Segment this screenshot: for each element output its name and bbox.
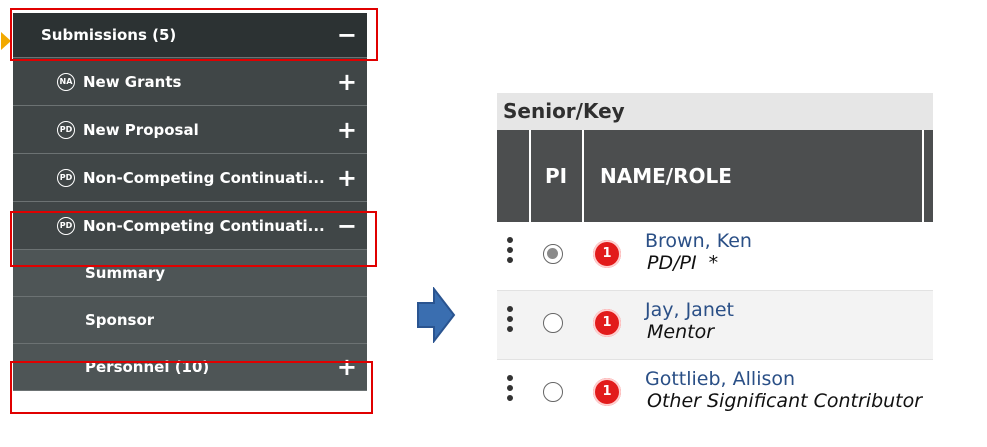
more-options-icon[interactable]: [507, 237, 513, 267]
pi-radio-button[interactable]: [543, 313, 563, 333]
nav-item-label: New Grants: [83, 72, 182, 91]
navigation-panel: Submissions (5) − NA New Grants + PD New…: [1, 13, 367, 391]
person-name-link[interactable]: Gottlieb, Allison: [645, 368, 795, 390]
person-name-link[interactable]: Jay, Janet: [645, 299, 734, 321]
nav-item-label: Sponsor: [85, 311, 155, 329]
person-role: PD/PI *: [647, 252, 719, 274]
nav-item-personnel[interactable]: Personnel (10) +: [13, 344, 367, 391]
nav-item-label: Non-Competing Continuati...: [83, 168, 325, 187]
caret-right-icon: [1, 32, 11, 50]
column-divider: [582, 130, 584, 222]
more-options-icon[interactable]: [507, 306, 513, 336]
column-divider: [529, 130, 531, 222]
table-row: 1 Jay, Janet Mentor: [497, 291, 933, 360]
table-header: PI NAME/ROLE: [497, 130, 933, 222]
column-header-pi[interactable]: PI: [545, 164, 567, 188]
nav-item-summary[interactable]: Summary: [13, 250, 367, 297]
nav-item-submissions[interactable]: Submissions (5) −: [1, 13, 367, 58]
expand-icon[interactable]: +: [337, 355, 357, 379]
nav-item-new-grants[interactable]: NA New Grants +: [13, 58, 367, 106]
senior-key-panel: Senior/Key PI NAME/ROLE 1 Brown, Ken PD/…: [497, 93, 933, 428]
nav-item-non-competing-1[interactable]: PD Non-Competing Continuati... +: [13, 154, 367, 202]
person-role: Other Significant Contributor: [647, 390, 923, 412]
alert-badge[interactable]: 1: [593, 378, 621, 406]
section-title: Senior/Key: [497, 93, 933, 130]
pd-circle-icon: PD: [57, 216, 75, 235]
column-header-name-role[interactable]: NAME/ROLE: [600, 164, 732, 188]
pi-radio-button[interactable]: [543, 382, 563, 402]
pd-circle-icon: PD: [57, 120, 75, 139]
expand-icon[interactable]: +: [337, 118, 357, 142]
expand-icon[interactable]: +: [337, 70, 357, 94]
right-arrow-icon: [417, 287, 456, 343]
nav-item-label: Personnel (10): [85, 358, 210, 376]
expand-icon[interactable]: +: [337, 166, 357, 190]
column-divider: [922, 130, 924, 222]
nav-item-sponsor[interactable]: Sponsor: [13, 297, 367, 344]
nav-item-new-proposal[interactable]: PD New Proposal +: [13, 106, 367, 154]
person-name-link[interactable]: Brown, Ken: [645, 230, 752, 252]
alert-badge[interactable]: 1: [593, 240, 621, 268]
nav-item-label: Non-Competing Continuati...: [83, 216, 325, 235]
na-circle-icon: NA: [57, 72, 75, 91]
table-row: 1 Brown, Ken PD/PI *: [497, 222, 933, 291]
nav-item-label: Summary: [85, 264, 166, 282]
pd-circle-icon: PD: [57, 168, 75, 187]
alert-badge[interactable]: 1: [593, 309, 621, 337]
collapse-icon[interactable]: −: [337, 214, 357, 238]
pi-radio-button[interactable]: [543, 244, 563, 264]
nav-item-label: Submissions (5): [41, 26, 177, 44]
nav-item-non-competing-2[interactable]: PD Non-Competing Continuati... −: [13, 202, 367, 250]
table-row: 1 Gottlieb, Allison Other Significant Co…: [497, 360, 933, 428]
more-options-icon[interactable]: [507, 375, 513, 405]
nav-item-label: New Proposal: [83, 120, 199, 139]
collapse-icon[interactable]: −: [337, 23, 357, 47]
person-role: Mentor: [647, 321, 715, 343]
